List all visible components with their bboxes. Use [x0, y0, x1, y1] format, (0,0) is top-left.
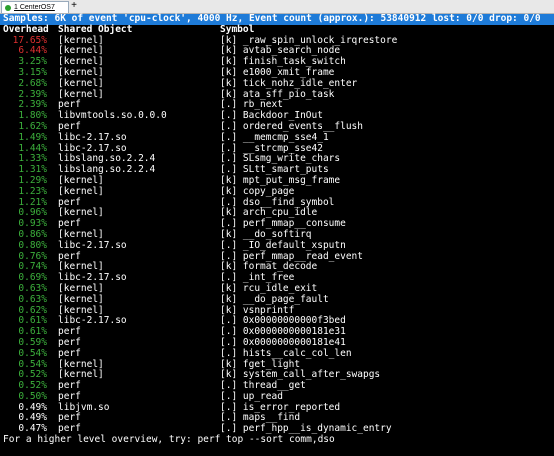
header-shared-object: Shared Object [58, 23, 133, 35]
rows-container: 17.65% [kernel] [k] _raw_spin_unlock_irqre… [0, 35, 554, 435]
header-symbol: Symbol [220, 23, 255, 35]
overhead-cell: 1.49% [18, 131, 47, 143]
shared-object-cell: [kernel] [58, 185, 104, 197]
new-tab-button[interactable]: + [69, 1, 79, 11]
symbol-cell: [k] tick_nohz_idle_enter [220, 77, 358, 89]
table-row[interactable]: 1.49% libc-2.17.so [.] __memcmp_sse4_1 [0, 131, 554, 144]
terminal[interactable]: Samples: 6K of event 'cpu-clock', 4000 H… [0, 13, 554, 456]
shared-object-cell: [kernel] [58, 77, 104, 89]
status-dot-icon [5, 4, 11, 11]
tab-label: 1 CenterOS7 [14, 4, 55, 11]
symbol-cell: [.] hists__calc_col_len [220, 347, 352, 359]
overhead-cell: 0.54% [18, 347, 47, 359]
symbol-cell: [k] copy_page [220, 185, 295, 197]
column-header-row: Overhead Shared Object Symbol [0, 23, 554, 36]
overhead-cell: 0.80% [18, 239, 47, 251]
symbol-cell: [k] __do_page_fault [220, 293, 329, 305]
shared-object-cell: libc-2.17.so [58, 239, 127, 251]
table-row[interactable]: 1.23% [kernel] [k] copy_page [0, 185, 554, 198]
tab-bar: 1 CenterOS7 + [0, 0, 554, 14]
symbol-cell: [.] __memcmp_sse4_1 [220, 131, 329, 143]
table-row[interactable]: 0.63% [kernel] [k] __do_page_fault [0, 293, 554, 306]
overhead-cell: 2.68% [18, 77, 47, 89]
shared-object-cell: perf [58, 347, 81, 359]
tab-centeros7[interactable]: 1 CenterOS7 [1, 1, 69, 13]
table-row[interactable]: 2.68% [kernel] [k] tick_nohz_idle_enter [0, 77, 554, 90]
footer-hint: For a higher level overview, try: perf t… [3, 434, 335, 446]
symbol-cell: [.] _IO_default_xsputn [220, 239, 346, 251]
table-row[interactable]: 0.54% perf [.] hists__calc_col_len [0, 347, 554, 360]
overhead-cell: 0.63% [18, 293, 47, 305]
shared-object-cell: [kernel] [58, 293, 104, 305]
shared-object-cell: libc-2.17.so [58, 131, 127, 143]
table-row[interactable]: 0.80% libc-2.17.so [.] _IO_default_xsputn [0, 239, 554, 252]
overhead-cell: 1.23% [18, 185, 47, 197]
header-overhead: Overhead [3, 23, 49, 35]
